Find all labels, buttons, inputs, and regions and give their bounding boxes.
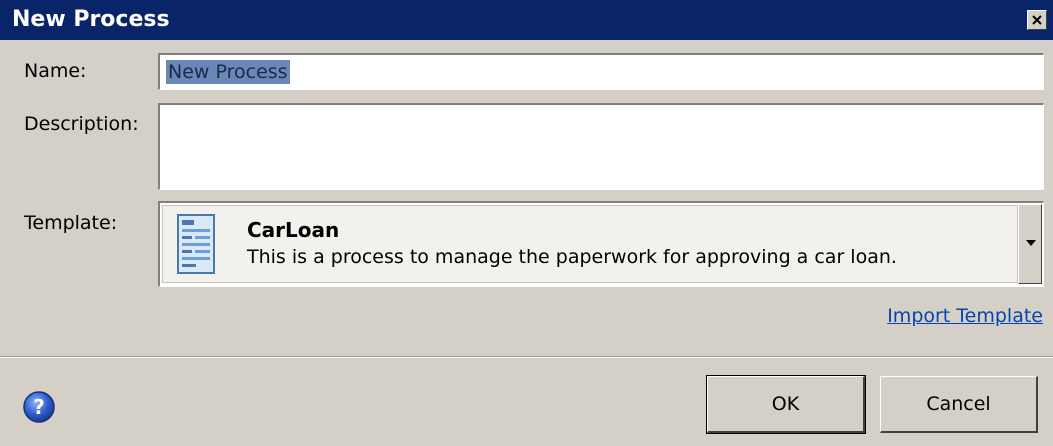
name-input-value: New Process (166, 60, 290, 84)
name-label: Name: (24, 60, 87, 82)
import-template-link[interactable]: Import Template (887, 305, 1043, 327)
help-icon[interactable]: ? (22, 390, 56, 424)
ok-button[interactable]: OK (706, 375, 866, 434)
close-icon (1032, 15, 1042, 25)
name-input[interactable]: New Process (158, 53, 1044, 90)
description-label: Description: (24, 113, 139, 135)
template-dropdown-button[interactable] (1018, 204, 1042, 284)
close-button[interactable] (1027, 10, 1047, 30)
template-select[interactable]: CarLoan This is a process to manage the … (158, 201, 1044, 287)
divider (0, 356, 1053, 358)
template-selected-item[interactable]: CarLoan This is a process to manage the … (162, 205, 1018, 283)
template-description: This is a process to manage the paperwor… (247, 246, 897, 268)
svg-text:?: ? (33, 395, 45, 419)
cancel-button[interactable]: Cancel (880, 376, 1038, 433)
description-input[interactable] (158, 103, 1044, 190)
template-name: CarLoan (247, 218, 340, 242)
window-title: New Process (12, 7, 170, 32)
title-bar: New Process (0, 0, 1053, 40)
chevron-down-icon (1026, 240, 1036, 246)
document-form-icon (177, 214, 215, 274)
template-label: Template: (24, 212, 118, 234)
